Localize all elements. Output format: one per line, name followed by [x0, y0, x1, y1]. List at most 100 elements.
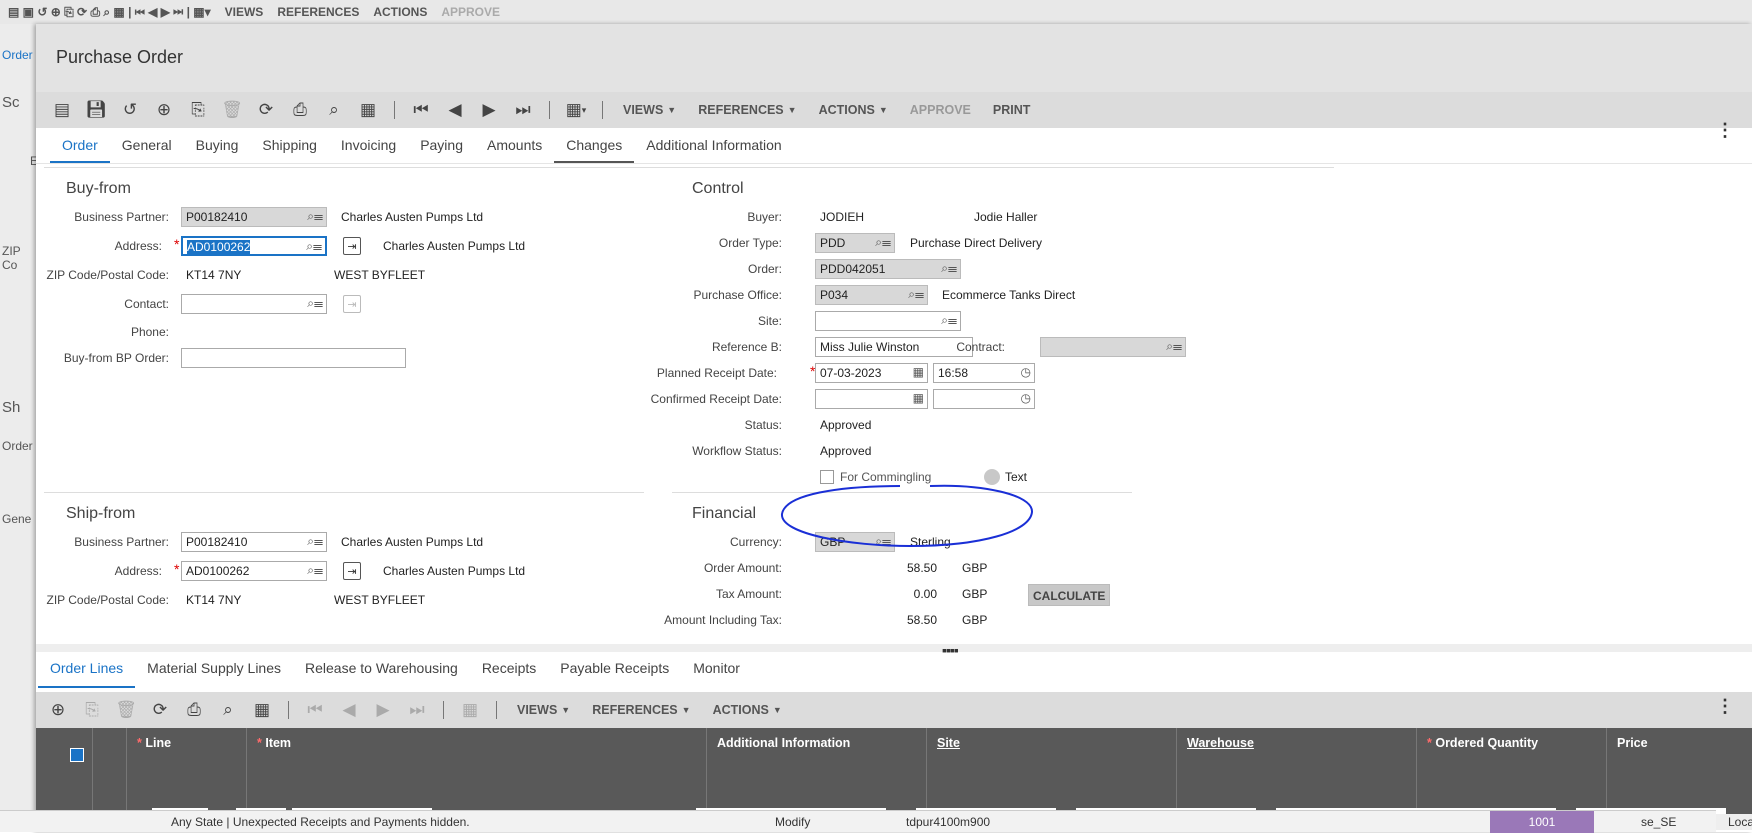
goto-address-icon[interactable]: ⇥: [343, 562, 361, 580]
save-icon[interactable]: 💾︎: [82, 96, 110, 124]
print-button[interactable]: PRINT: [985, 103, 1039, 117]
zoom-icon[interactable]: ⌕☰: [307, 534, 323, 549]
filter-lines-icon[interactable]: ▦: [248, 696, 276, 724]
contract-field[interactable]: ⌕☰: [1040, 337, 1186, 357]
order-type-field[interactable]: PDD ⌕☰: [815, 233, 895, 253]
print-icon[interactable]: ⎙: [286, 96, 314, 124]
tab-changes[interactable]: Changes: [554, 137, 635, 163]
zoom-icon[interactable]: ⌕☰: [941, 261, 957, 276]
confirmed-receipt-date-field[interactable]: ▦: [815, 389, 928, 409]
pane-splitter[interactable]: [36, 644, 1752, 652]
calculate-button[interactable]: CALCULATE: [1028, 584, 1111, 606]
shipfrom-bp-field[interactable]: P00182410 ⌕☰: [181, 532, 327, 552]
zoom-icon[interactable]: ⌕☰: [941, 313, 957, 328]
close-record-icon[interactable]: ▤: [48, 96, 76, 124]
zoom-icon[interactable]: ⌕☰: [908, 287, 924, 302]
last-record-icon[interactable]: ⏭: [509, 96, 537, 124]
site-field[interactable]: ⌕☰: [815, 311, 961, 331]
tab-order[interactable]: Order: [50, 137, 110, 163]
col-line[interactable]: * Line: [126, 728, 246, 814]
tab-monitor[interactable]: Monitor: [681, 660, 752, 688]
filter-icon[interactable]: ▦: [354, 96, 382, 124]
tab-additional-information[interactable]: Additional Information: [634, 137, 793, 163]
col-ordered-quantity[interactable]: * Ordered Quantity: [1416, 728, 1606, 814]
col-warehouse[interactable]: Warehouse: [1176, 728, 1416, 814]
tab-order-lines[interactable]: Order Lines: [38, 660, 136, 688]
calendar-icon[interactable]: ▦: [913, 391, 924, 405]
tab-buying[interactable]: Buying: [184, 137, 251, 163]
actions-menu[interactable]: ACTIONS ▼: [811, 103, 896, 117]
previous-record-icon[interactable]: ◀: [441, 96, 469, 124]
next-record-icon[interactable]: ▶: [475, 96, 503, 124]
zoom-icon[interactable]: ⌕☰: [307, 563, 323, 578]
delete-line-icon[interactable]: 🗑︎: [112, 696, 140, 724]
tab-payable-receipts[interactable]: Payable Receipts: [548, 660, 681, 688]
last-line-icon[interactable]: ⏭: [403, 696, 431, 724]
search-lines-icon[interactable]: ⌕: [214, 696, 242, 724]
buyfrom-order-field[interactable]: [181, 348, 406, 368]
col-site[interactable]: Site: [926, 728, 1176, 814]
approve-button[interactable]: APPROVE: [902, 103, 979, 117]
planned-receipt-date-field[interactable]: 07-03-2023 ▦: [815, 363, 928, 383]
goto-contact-icon[interactable]: ⇥: [343, 295, 361, 313]
undo-icon[interactable]: ↺: [116, 96, 144, 124]
order-number-field[interactable]: PDD042051 ⌕☰: [815, 259, 961, 279]
buyfrom-contact-field[interactable]: ⌕☰: [181, 294, 327, 314]
purchase-office-field[interactable]: P034 ⌕☰: [815, 285, 928, 305]
separator: [288, 701, 289, 719]
buyfrom-address-field[interactable]: AD0100262 ⌕☰: [181, 236, 327, 256]
refresh-lines-icon[interactable]: ⟳: [146, 696, 174, 724]
new-line-icon[interactable]: ⊕: [44, 696, 72, 724]
for-commingling-checkbox[interactable]: [820, 470, 834, 484]
goto-address-icon[interactable]: ⇥: [343, 237, 361, 255]
zoom-icon[interactable]: ⌕☰: [875, 235, 891, 250]
delete-icon[interactable]: 🗑︎: [218, 96, 246, 124]
lines-actions-menu[interactable]: ACTIONS ▼: [705, 703, 790, 717]
new-icon[interactable]: ⊕: [150, 96, 178, 124]
duplicate-line-icon[interactable]: ⎘: [78, 696, 106, 724]
calendar-menu-icon[interactable]: ▦ ▾: [562, 96, 590, 124]
col-additional-information[interactable]: Additional Information: [706, 728, 926, 814]
print-lines-icon[interactable]: ⎙: [180, 696, 208, 724]
first-line-icon[interactable]: ⏮: [301, 696, 329, 724]
more-options-icon[interactable]: ⋮: [1716, 120, 1734, 141]
buyfrom-bp-field[interactable]: P00182410 ⌕☰: [181, 207, 327, 227]
clock-icon[interactable]: ◷: [1021, 365, 1031, 379]
first-record-icon[interactable]: ⏮: [407, 96, 435, 124]
search-icon[interactable]: ⌕: [320, 96, 348, 124]
select-all-checkbox[interactable]: [70, 748, 84, 762]
refresh-icon[interactable]: ⟳: [252, 96, 280, 124]
confirmed-receipt-time-field[interactable]: ◷: [933, 389, 1035, 409]
reference-b-field[interactable]: Miss Julie Winston: [815, 337, 973, 357]
shipfrom-address-field[interactable]: AD0100262 ⌕☰: [181, 561, 327, 581]
next-line-icon[interactable]: ▶: [369, 696, 397, 724]
lines-views-menu[interactable]: VIEWS ▼: [509, 703, 578, 717]
planned-receipt-time-field[interactable]: 16:58 ◷: [933, 363, 1035, 383]
zoom-icon[interactable]: ⌕☰: [307, 296, 323, 311]
tab-material-supply-lines[interactable]: Material Supply Lines: [135, 660, 293, 688]
references-menu[interactable]: REFERENCES ▼: [690, 103, 804, 117]
clock-icon[interactable]: ◷: [1021, 391, 1031, 405]
tab-paying[interactable]: Paying: [408, 137, 475, 163]
zoom-icon[interactable]: ⌕☰: [306, 239, 322, 254]
previous-line-icon[interactable]: ◀: [335, 696, 363, 724]
views-menu[interactable]: VIEWS ▼: [615, 103, 684, 117]
calendar-icon[interactable]: ▦: [913, 365, 924, 379]
tab-shipping[interactable]: Shipping: [250, 137, 329, 163]
lines-more-options-icon[interactable]: ⋮: [1716, 696, 1734, 717]
calendar-lines-icon[interactable]: ▦: [456, 696, 484, 724]
col-price[interactable]: Price: [1606, 728, 1752, 814]
tab-invoicing[interactable]: Invoicing: [329, 137, 408, 163]
col-item[interactable]: * Item: [246, 728, 706, 814]
tab-release-to-warehousing[interactable]: Release to Warehousing: [293, 660, 470, 688]
tab-amounts[interactable]: Amounts: [475, 137, 554, 163]
text-indicator-icon[interactable]: [984, 469, 1000, 485]
tab-receipts[interactable]: Receipts: [470, 660, 548, 688]
duplicate-icon[interactable]: ⎘: [184, 96, 212, 124]
lines-references-menu[interactable]: REFERENCES ▼: [584, 703, 698, 717]
zoom-icon[interactable]: ⌕☰: [307, 209, 323, 224]
zoom-icon[interactable]: ⌕☰: [1166, 339, 1182, 354]
tab-general[interactable]: General: [110, 137, 184, 163]
purchase-office-name: Ecommerce Tanks Direct: [942, 288, 1076, 302]
status-company[interactable]: 1001: [1490, 811, 1594, 833]
